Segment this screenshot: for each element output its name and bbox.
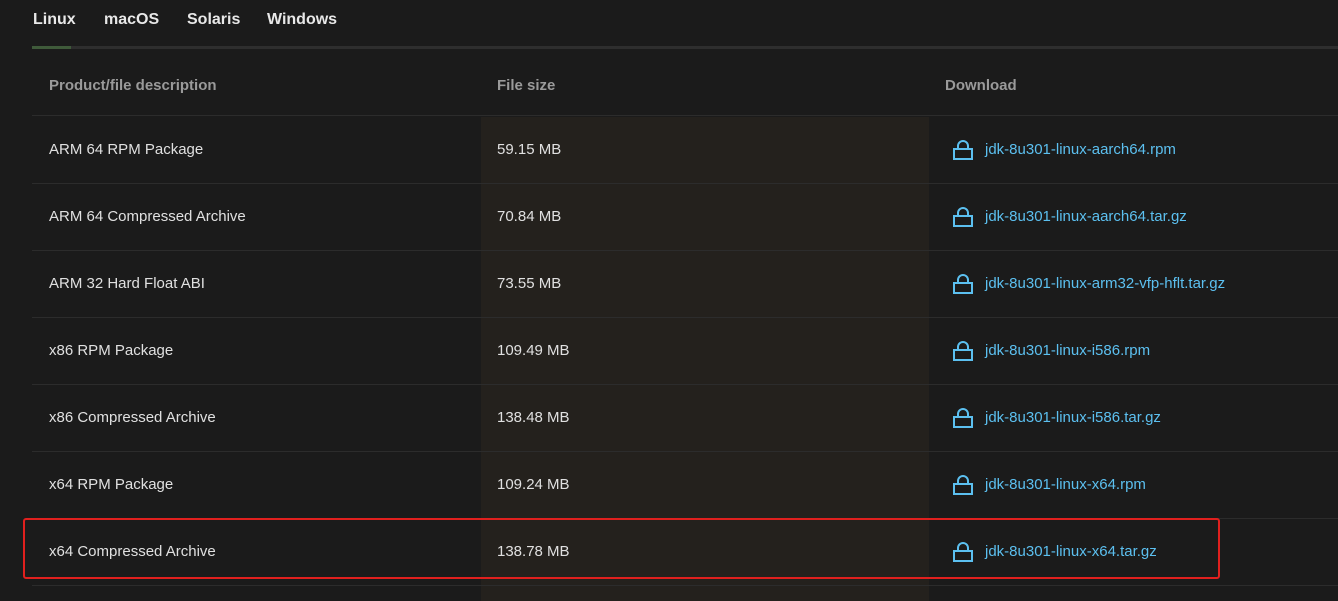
header-file-size: File size [497,77,556,94]
row-file-size: 70.84 MB [497,208,562,225]
download-link[interactable]: jdk-8u301-linux-x64.tar.gz [985,518,1157,585]
download-link[interactable]: jdk-8u301-linux-i586.rpm [985,317,1150,384]
tab-macos[interactable]: macOS [104,11,159,29]
tab-solaris[interactable]: Solaris [187,11,240,29]
table-row: x86 Compressed Archive 138.48 MB jdk-8u3… [32,384,1338,452]
tabs-divider [32,46,1338,49]
row-description: x86 RPM Package [49,342,174,359]
row-download: jdk-8u301-linux-arm32-vfp-hflt.tar.gz [952,250,1225,317]
table-row: x64 RPM Package 109.24 MB jdk-8u301-linu… [32,451,1338,519]
row-file-size: 109.49 MB [497,342,570,359]
row-description: ARM 64 RPM Package [49,141,204,158]
row-file-size: 109.24 MB [497,476,570,493]
row-download: jdk-8u301-linux-x64.rpm [952,451,1146,518]
lock-icon [953,541,973,562]
table-row: ARM 32 Hard Float ABI 73.55 MB jdk-8u301… [32,250,1338,318]
tab-active-indicator [32,46,71,49]
row-download: jdk-8u301-linux-x64.tar.gz [952,518,1157,585]
row-description: ARM 32 Hard Float ABI [49,275,205,292]
row-download: jdk-8u301-linux-aarch64.tar.gz [952,183,1187,250]
row-file-size: 73.55 MB [497,275,562,292]
header-description: Product/file description [49,77,217,94]
lock-icon [953,273,973,294]
lock-icon [953,206,973,227]
download-link[interactable]: jdk-8u301-linux-arm32-vfp-hflt.tar.gz [985,250,1225,317]
table-row: x64 Compressed Archive 138.78 MB jdk-8u3… [32,518,1338,586]
table-header: Product/file description File size Downl… [32,50,1338,116]
row-description: x64 Compressed Archive [49,543,216,560]
lock-icon [953,139,973,160]
row-file-size: 59.15 MB [497,141,562,158]
row-download: jdk-8u301-linux-aarch64.rpm [952,116,1176,183]
row-file-size: 138.78 MB [497,543,570,560]
tab-windows[interactable]: Windows [267,11,337,29]
row-file-size: 138.48 MB [497,409,570,426]
download-link[interactable]: jdk-8u301-linux-aarch64.rpm [985,116,1176,183]
row-download: jdk-8u301-linux-i586.tar.gz [952,384,1161,451]
row-description: x64 RPM Package [49,476,174,493]
row-description: x86 Compressed Archive [49,409,216,426]
row-description: ARM 64 Compressed Archive [49,208,246,225]
table-row: ARM 64 RPM Package 59.15 MB jdk-8u301-li… [32,116,1338,184]
table-row: ARM 64 Compressed Archive 70.84 MB jdk-8… [32,183,1338,251]
download-link[interactable]: jdk-8u301-linux-x64.rpm [985,451,1146,518]
tab-linux[interactable]: Linux [33,11,76,29]
download-link[interactable]: jdk-8u301-linux-i586.tar.gz [985,384,1161,451]
table-row: x86 RPM Package 109.49 MB jdk-8u301-linu… [32,317,1338,385]
header-download: Download [945,77,1017,94]
lock-icon [953,340,973,361]
download-link[interactable]: jdk-8u301-linux-aarch64.tar.gz [985,183,1187,250]
lock-icon [953,474,973,495]
row-download: jdk-8u301-linux-i586.rpm [952,317,1150,384]
lock-icon [953,407,973,428]
download-page: Linux macOS Solaris Windows Product/file… [0,0,1338,601]
